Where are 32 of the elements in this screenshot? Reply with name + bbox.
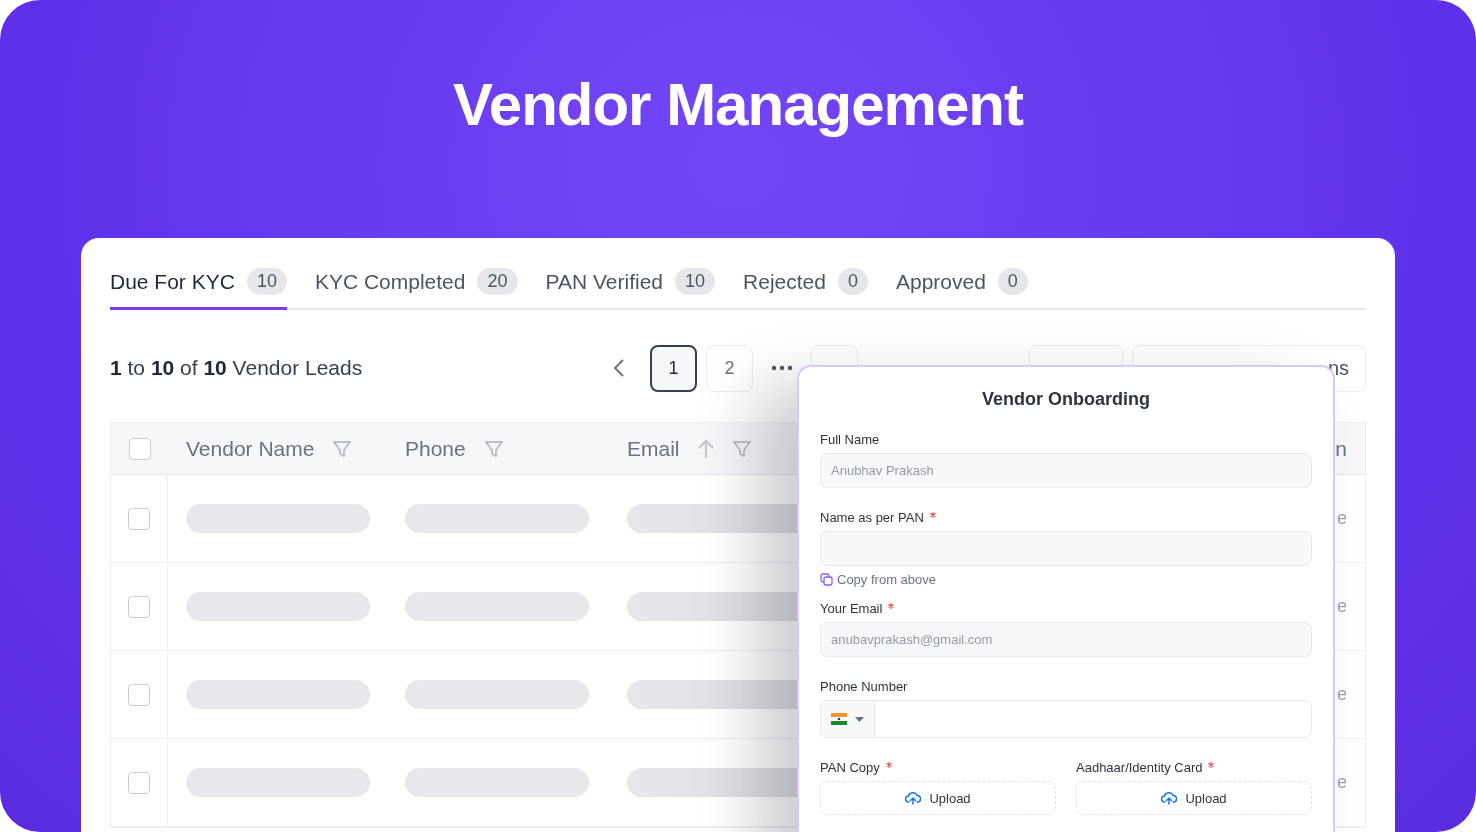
tab[interactable]: KYC Completed 20 [314,264,518,310]
column-header: Vendor Name [186,436,315,461]
field-label: PAN Copy [820,760,880,775]
tab[interactable]: Approved 0 [895,264,1028,310]
upload-button[interactable]: Upload [820,781,1056,815]
upload-button[interactable]: Upload [1076,781,1312,815]
field-label: Your Email [820,601,883,616]
tab[interactable]: PAN Verified 10 [545,264,716,310]
count-badge: 10 [675,268,716,295]
results-summary: 1 to 10 of 10 Vendor Leads [110,356,363,380]
tab[interactable]: Due For KYC 10 [110,264,287,310]
page-button[interactable]: 1 [650,344,697,392]
column-header: n [1335,436,1347,461]
field-label: Phone Number [820,679,908,694]
table-cell: e [1337,684,1347,705]
column-header: Email [627,436,680,461]
count-badge: 10 [246,268,287,295]
count-badge: 0 [997,268,1028,295]
field-label: Aadhaar/Identity Card [1076,760,1203,775]
table-cell: e [1337,596,1347,617]
copy-link[interactable]: Copy from above [837,572,936,587]
dialog-title: Vendor Onboarding [981,389,1151,410]
table-cell: e [1337,772,1347,793]
tab[interactable]: Rejected 0 [743,264,868,310]
page-button[interactable]: 2 [706,344,753,392]
count-badge: 0 [837,268,868,295]
column-header: Phone [405,436,466,461]
page-title: Vendor Management [453,70,1023,140]
field-label: Full Name [820,432,880,447]
field-label: Name as per PAN [820,510,924,525]
count-badge: 20 [477,268,518,295]
table-cell: e [1337,508,1347,529]
